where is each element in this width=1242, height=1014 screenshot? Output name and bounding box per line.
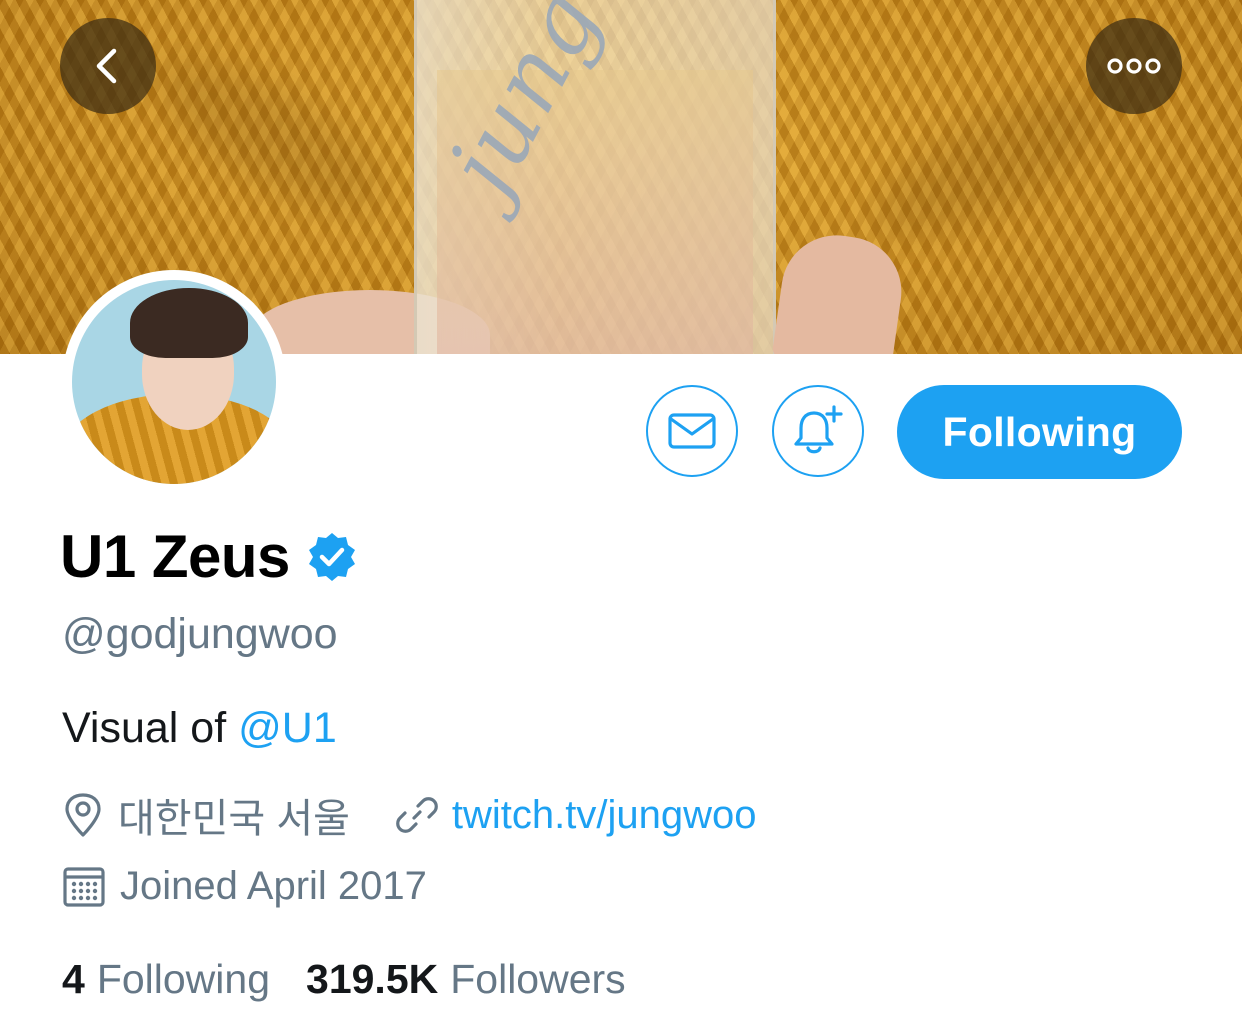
banner-shadow: [854, 64, 1126, 266]
back-button[interactable]: [60, 18, 156, 114]
chevron-left-icon: [96, 48, 117, 84]
notifications-button[interactable]: [772, 385, 864, 477]
banner-bottle: jungwoo: [414, 0, 776, 354]
user-handle: @godjungwoo: [62, 610, 338, 658]
following-label: Following: [96, 956, 271, 1002]
verified-badge-icon: [308, 532, 355, 581]
location-pin-icon: [65, 793, 101, 837]
website[interactable]: twitch.tv/jungwoo: [394, 792, 757, 838]
followers-label: Followers: [450, 956, 626, 1002]
message-button[interactable]: [646, 385, 738, 477]
bell-plus-icon: [794, 405, 843, 454]
banner-thumb: [771, 228, 909, 354]
following-button[interactable]: Following: [897, 385, 1182, 479]
location-website-row: 대한민국 서울 twitch.tv/jungwoo: [62, 786, 757, 844]
website-link[interactable]: twitch.tv/jungwoo: [452, 793, 757, 838]
banner-shadow: [134, 31, 406, 239]
display-name: U1 Zeus: [60, 523, 290, 590]
following-stat[interactable]: 4 Following: [62, 956, 270, 1003]
following-count: 4: [62, 956, 85, 1002]
more-options-button[interactable]: [1086, 18, 1182, 114]
bio-mention-link[interactable]: @U1: [238, 704, 337, 752]
location-text: 대한민국 서울: [118, 797, 350, 841]
link-icon: [396, 797, 438, 833]
avatar-hair: [130, 288, 248, 358]
follow-stats: 4 Following 319.5K Followers: [62, 956, 626, 1003]
envelope-icon: [668, 413, 716, 449]
followers-count: 319.5K: [306, 956, 439, 1002]
avatar[interactable]: [62, 270, 286, 494]
joined-date: Joined April 2017: [120, 864, 427, 908]
avatar-image: [72, 280, 276, 484]
calendar-icon: [63, 866, 105, 907]
name-row: U1 Zeus: [60, 522, 358, 591]
bio-text: Visual of: [62, 704, 239, 752]
followers-stat[interactable]: 319.5K Followers: [306, 956, 626, 1003]
bio: Visual of @U1: [62, 704, 337, 753]
more-horizontal-icon: [1107, 58, 1161, 74]
joined-row: Joined April 2017: [62, 864, 427, 909]
